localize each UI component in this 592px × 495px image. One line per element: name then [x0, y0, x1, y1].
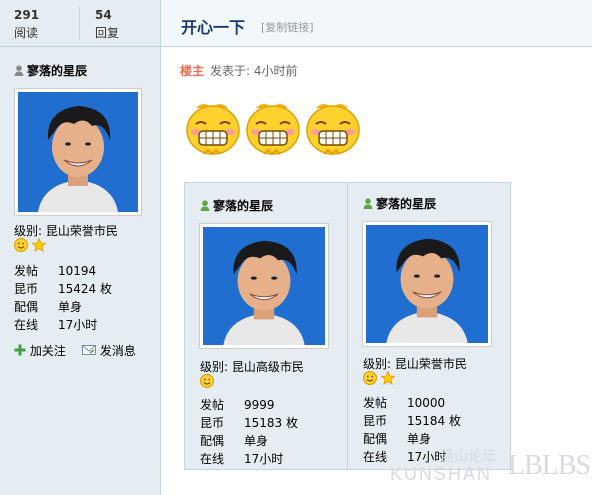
- message-icon: [82, 345, 96, 355]
- user-icon: [14, 65, 24, 76]
- row-value: 17小时: [58, 318, 98, 332]
- author-name-text[interactable]: 寥落的星辰: [27, 64, 87, 78]
- user-icon: [200, 200, 210, 211]
- site-watermark: 昆山论坛 KUNSHAN LBLBS: [388, 446, 591, 490]
- smile-icon: [199, 373, 215, 389]
- row-key: 发帖: [14, 264, 39, 278]
- row-key: 配偶: [14, 300, 39, 314]
- author-name[interactable]: 寥落的星辰: [14, 62, 87, 79]
- row-value: 15424 枚: [58, 282, 112, 296]
- avatar-photo: [17, 91, 139, 213]
- avatar-photo: [365, 224, 489, 344]
- row-value: 单身: [244, 434, 269, 448]
- avatar-photo: [202, 226, 326, 346]
- author-coins-row: 昆币 15424 枚: [14, 280, 112, 297]
- card-avatar: [362, 221, 492, 347]
- author-posts-row: 发帖 10194: [14, 262, 96, 279]
- card-avatar: [199, 223, 329, 349]
- card-level: 级别: 昆山高级市民: [200, 360, 304, 374]
- add-follow-link[interactable]: 加关注: [14, 342, 66, 359]
- author-avatar[interactable]: [14, 88, 142, 216]
- replies-stat: 54 回复: [95, 8, 119, 41]
- card-badges: [199, 373, 215, 391]
- smile-icon: [13, 237, 29, 253]
- card-coins-row: 昆币 15183 枚: [200, 414, 298, 431]
- grin-emoji: [246, 103, 300, 155]
- card-badges: [362, 370, 395, 388]
- row-value: 单身: [407, 432, 432, 446]
- row-key: 昆币: [200, 416, 225, 430]
- row-value: 单身: [58, 300, 83, 314]
- row-value: 10194: [58, 264, 97, 278]
- author-spouse-row: 配偶 单身: [14, 298, 82, 315]
- copy-link-button[interactable]: [复制链接]: [261, 19, 314, 35]
- views-label: 阅读: [14, 26, 39, 40]
- card-author-name: 寥落的星辰: [200, 197, 273, 214]
- smile-icon: [362, 370, 378, 386]
- post-time: 发表于: 4小时前: [210, 64, 298, 78]
- card-author-name-text: 寥落的星辰: [213, 199, 274, 213]
- stats-divider: [79, 6, 80, 40]
- author-online-row: 在线 17小时: [14, 316, 97, 333]
- row-key: 发帖: [200, 398, 225, 412]
- row-key: 配偶: [363, 432, 388, 446]
- star-icon: [380, 371, 395, 385]
- grin-emoji: [306, 103, 360, 155]
- watermark-cn: 昆山论坛: [440, 449, 496, 465]
- card-author-name-text: 寥落的星辰: [376, 197, 437, 211]
- row-key: 昆币: [363, 414, 388, 428]
- card-online-row: 在线 17小时: [200, 450, 283, 467]
- row-key: 发帖: [363, 396, 388, 410]
- thread-title: 开心一下: [181, 18, 246, 37]
- row-value: 17小时: [244, 452, 284, 466]
- card-author-name: 寥落的星辰: [363, 195, 436, 212]
- row-key: 昆币: [14, 282, 39, 296]
- card-posts-row: 发帖 10000: [363, 394, 445, 411]
- card-posts-row: 发帖 9999: [200, 396, 275, 413]
- post-meta: 楼主 发表于: 4小时前: [180, 62, 298, 79]
- grin-emoji: [186, 103, 240, 155]
- row-value: 15184 枚: [407, 414, 461, 428]
- profile-card-1: 寥落的星辰 级别: 昆山高级市民 发帖 9999 昆币 15183 枚 配偶 单身 在…: [184, 182, 348, 470]
- replies-label: 回复: [95, 26, 120, 40]
- author-badges: [13, 237, 46, 255]
- thread-stats: 291 阅读 54 回复: [0, 0, 160, 47]
- author-sidebar: 291 阅读 54 回复 寥落的星辰 级别: 昆山荣誉市民 发帖 10194 昆币…: [0, 0, 161, 495]
- row-value: 10000: [407, 396, 446, 410]
- add-follow-label[interactable]: 加关注: [30, 344, 66, 358]
- replies-count: 54: [95, 8, 112, 22]
- card-spouse-row: 配偶 单身: [200, 432, 268, 449]
- send-message-link[interactable]: 发消息: [82, 342, 136, 359]
- watermark-mark: LBLBS: [508, 450, 591, 481]
- add-icon: [14, 344, 26, 356]
- row-value: 15183 枚: [244, 416, 298, 430]
- author-level: 级别: 昆山荣誉市民: [14, 224, 118, 238]
- views-count: 291: [14, 8, 40, 22]
- thread-header: 开心一下 [复制链接]: [161, 0, 592, 47]
- card-spouse-row: 配偶 单身: [363, 430, 431, 447]
- row-key: 在线: [200, 452, 225, 466]
- row-key: 在线: [14, 318, 39, 332]
- row-key: 配偶: [200, 434, 225, 448]
- profile-card-2: 寥落的星辰 级别: 昆山荣誉市民 发帖 10000 昆币 15184 枚 配偶 单身 …: [347, 182, 511, 470]
- views-stat: 291 阅读: [14, 8, 39, 41]
- star-icon: [31, 238, 46, 252]
- send-message-label[interactable]: 发消息: [100, 344, 136, 358]
- user-icon: [363, 198, 373, 209]
- watermark-en: KUNSHAN: [390, 464, 493, 484]
- card-coins-row: 昆币 15184 枚: [363, 412, 461, 429]
- card-level: 级别: 昆山荣誉市民: [363, 357, 467, 371]
- row-value: 9999: [244, 398, 275, 412]
- op-badge: 楼主: [180, 64, 205, 78]
